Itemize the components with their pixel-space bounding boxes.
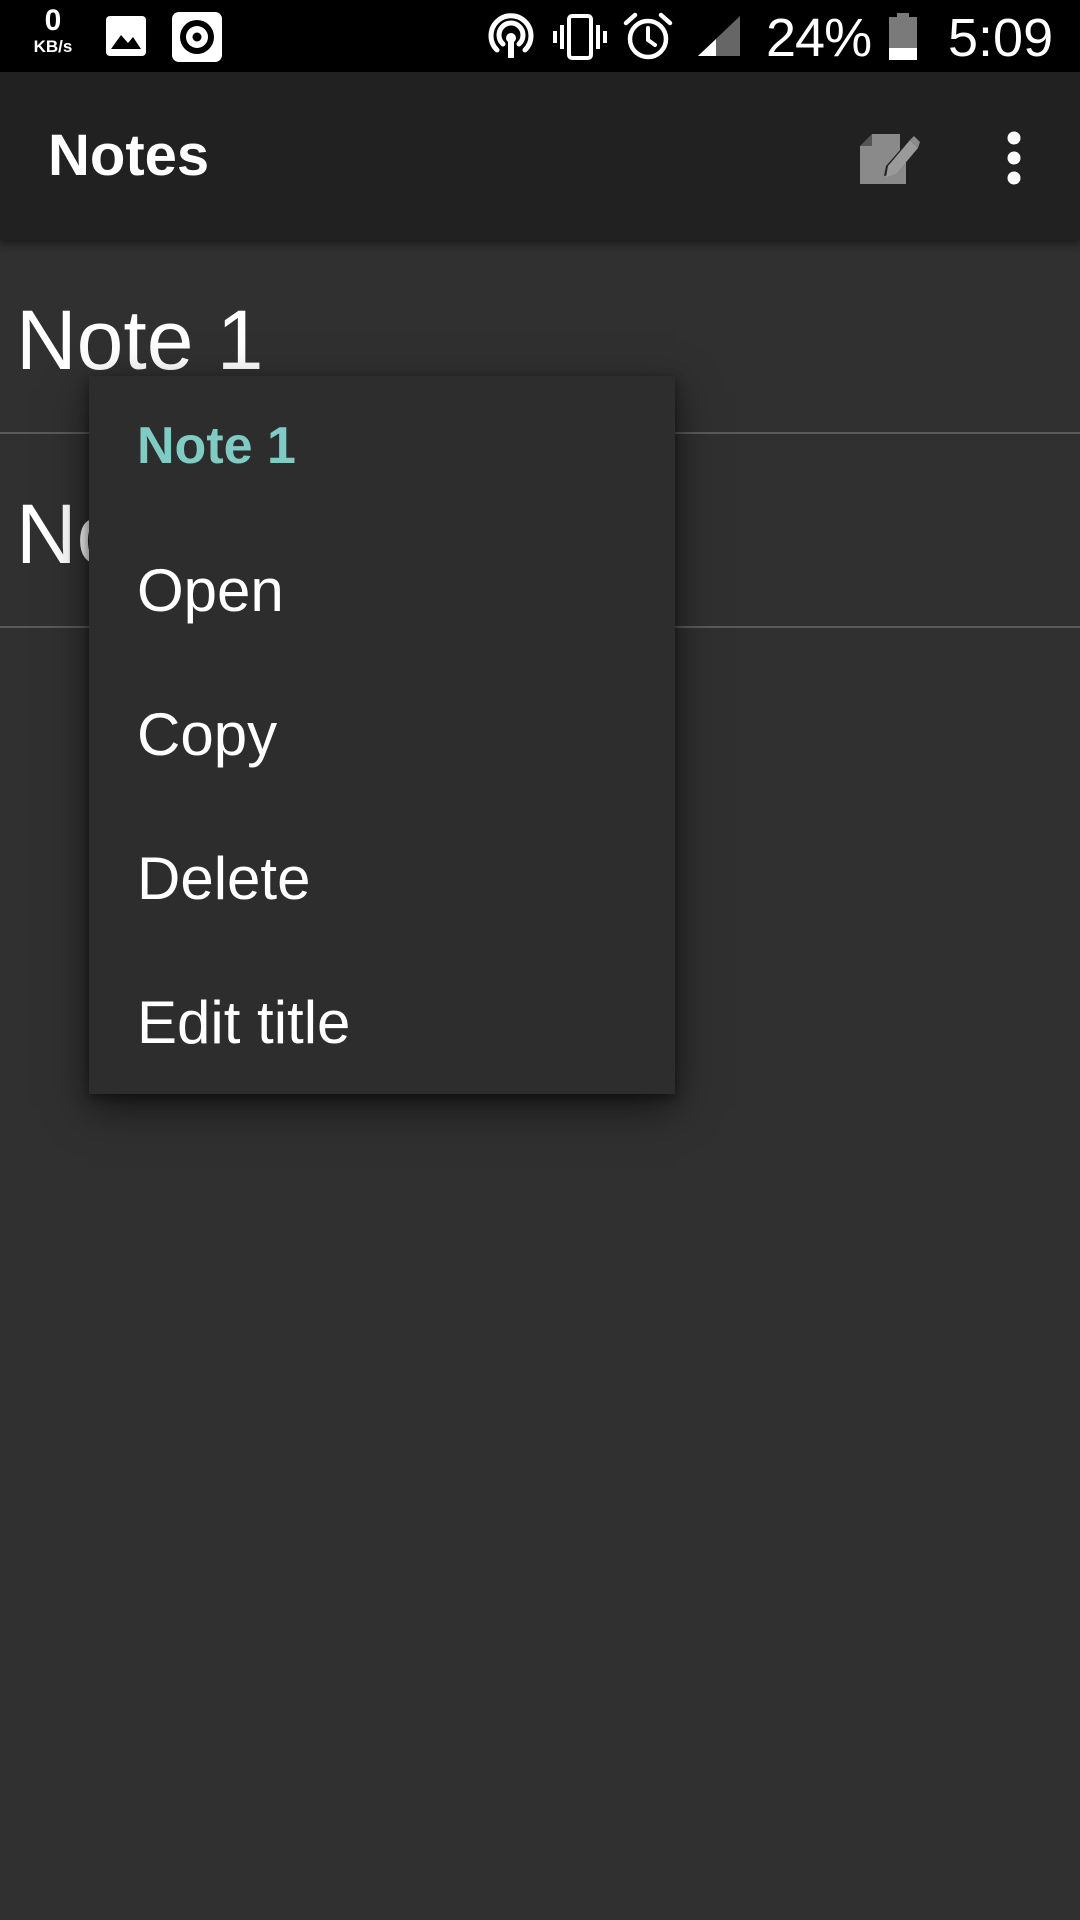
context-menu-title: Note 1 <box>137 417 296 475</box>
clock: 5:09 <box>948 8 1054 68</box>
menu-item-edit-title[interactable]: Edit title <box>89 948 675 1092</box>
menu-item-label: Delete <box>137 845 311 912</box>
app-bar: Notes <box>0 72 1080 240</box>
menu-item-delete[interactable]: Delete <box>89 804 675 948</box>
menu-item-label: Edit title <box>137 989 351 1056</box>
note-title: Note 1 <box>16 293 264 387</box>
menu-item-open[interactable]: Open <box>89 516 675 660</box>
alarm-icon <box>623 12 673 60</box>
media-icon <box>172 12 222 62</box>
battery-percent: 24% <box>766 8 872 68</box>
menu-item-copy[interactable]: Copy <box>89 660 675 804</box>
app-title: Notes <box>48 123 210 188</box>
image-icon <box>106 16 146 56</box>
context-menu: Note 1 Open Copy Delete Edit title <box>89 376 675 1094</box>
hotspot-icon <box>488 13 534 58</box>
network-speed-value: 0 <box>44 4 62 37</box>
signal-icon <box>698 16 740 56</box>
battery-icon <box>889 13 917 60</box>
overflow-menu-icon[interactable] <box>998 130 1030 186</box>
menu-item-label: Open <box>137 557 284 624</box>
network-speed: 0 KB/s <box>24 4 82 56</box>
vibrate-icon <box>553 14 607 60</box>
status-bar: 0 KB/s 24% 5:09 <box>0 0 1080 72</box>
menu-item-label: Copy <box>137 701 278 768</box>
new-note-icon[interactable] <box>856 124 920 188</box>
network-speed-unit: KB/s <box>33 37 73 56</box>
